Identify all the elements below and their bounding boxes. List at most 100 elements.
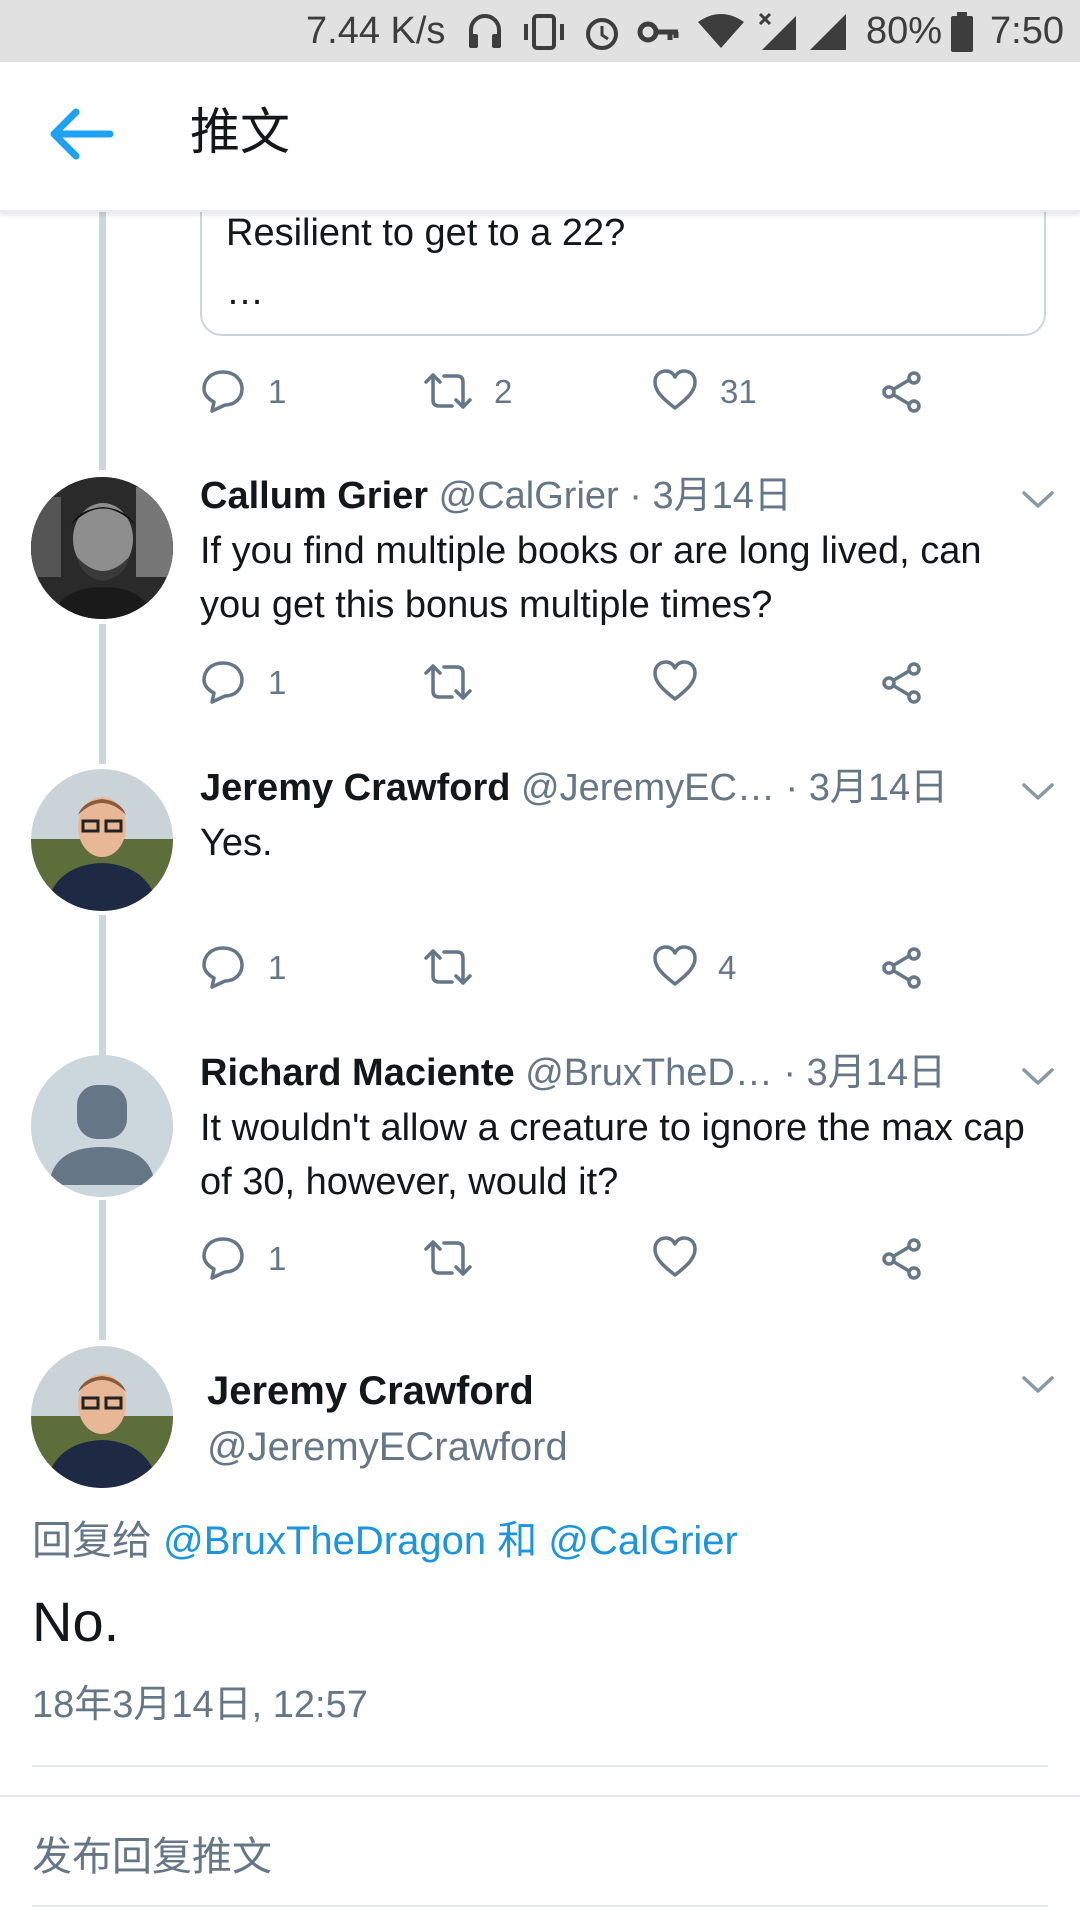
like-button[interactable] xyxy=(652,368,698,412)
tweet-text: If you find multiple books or are long l… xyxy=(200,530,982,626)
alarm-icon xyxy=(586,18,618,50)
thread-line xyxy=(99,210,106,470)
no-sim-signal-icon xyxy=(758,12,796,50)
chevron-down-icon[interactable] xyxy=(1020,781,1056,803)
reply-icon xyxy=(202,1237,244,1280)
retweet-count: 2 xyxy=(494,373,513,410)
page-title: 推文 xyxy=(190,104,290,160)
heart-icon xyxy=(653,1236,697,1277)
divider xyxy=(32,1765,1048,1767)
reply-to-prefix: 回复给 xyxy=(32,1519,152,1563)
user-name[interactable]: Callum Grier xyxy=(200,475,428,517)
signal-icon xyxy=(810,14,846,50)
reply-count: 1 xyxy=(268,1240,287,1277)
user-name[interactable]: Jeremy Crawford xyxy=(200,767,510,809)
arrow-left-icon[interactable] xyxy=(40,102,120,166)
like-button[interactable] xyxy=(652,944,698,988)
tweet-header: Jeremy Crawford @JeremyEC… · 3月14日 xyxy=(200,765,948,811)
reply-count: 1 xyxy=(268,664,287,701)
focused-tweet-text: No. xyxy=(32,1590,120,1653)
network-speed: 7.44 K/s xyxy=(306,10,446,52)
wifi-icon xyxy=(698,14,744,48)
reply-count: 1 xyxy=(268,373,287,410)
like-count: 31 xyxy=(720,373,757,410)
avatar[interactable] xyxy=(31,1346,173,1488)
heart-icon xyxy=(653,660,697,701)
tweet-date: · 3月14日 xyxy=(785,767,949,809)
retweet-button[interactable] xyxy=(422,661,474,703)
reply-to-and: 和 xyxy=(497,1519,538,1563)
divider xyxy=(32,1905,1048,1907)
vpn-key-icon xyxy=(637,21,679,43)
retweet-icon xyxy=(424,373,472,409)
battery-percent: 80% xyxy=(866,10,943,52)
retweet-icon xyxy=(424,949,472,985)
quoted-tweet-text: Resilient to get to a 22? xyxy=(226,212,626,254)
chevron-down-icon[interactable] xyxy=(1020,1066,1056,1088)
reply-icon xyxy=(202,946,244,989)
thread-line xyxy=(99,1200,106,1340)
avatar-image xyxy=(31,1346,173,1488)
avatar[interactable] xyxy=(31,1055,173,1197)
reply-button[interactable] xyxy=(200,944,246,990)
clock: 7:50 xyxy=(990,10,1064,52)
focused-user-name[interactable]: Jeremy Crawford xyxy=(207,1367,534,1415)
share-icon xyxy=(882,947,921,989)
tweet-text: Yes. xyxy=(200,822,273,864)
heart-icon xyxy=(653,945,697,986)
divider xyxy=(0,1795,1080,1797)
thread-line xyxy=(99,915,106,1055)
battery-icon xyxy=(951,12,973,52)
status-bar: 7.44 K/s 80% 7:50 xyxy=(0,0,1080,62)
retweet-button[interactable] xyxy=(422,946,474,988)
share-icon xyxy=(882,662,921,704)
reply-icon xyxy=(202,370,244,413)
headphones-icon xyxy=(469,14,501,48)
like-count: 4 xyxy=(718,949,737,986)
vibrate-icon xyxy=(524,14,564,50)
avatar[interactable] xyxy=(31,769,173,911)
like-button[interactable] xyxy=(652,1235,698,1279)
tweet-date: · 3月14日 xyxy=(783,1052,947,1094)
user-handle[interactable]: @JeremyEC… xyxy=(521,767,775,809)
share-button[interactable] xyxy=(880,1237,924,1281)
retweet-icon xyxy=(424,664,472,700)
user-handle[interactable]: @CalGrier xyxy=(439,475,619,517)
thread-line xyxy=(99,624,106,764)
tweet-header: Callum Grier @CalGrier · 3月14日 xyxy=(200,473,792,519)
focused-user-handle[interactable]: @JeremyECrawford xyxy=(207,1423,568,1471)
mention-link[interactable]: @BruxTheDragon xyxy=(163,1519,486,1563)
reply-button[interactable] xyxy=(200,659,246,705)
retweet-icon xyxy=(424,1240,472,1276)
reply-to-line: 回复给 @BruxTheDragon 和 @CalGrier xyxy=(32,1517,738,1565)
heart-icon xyxy=(653,369,697,410)
tweet-header: Richard Maciente @BruxTheD… · 3月14日 xyxy=(200,1050,946,1096)
quoted-tweet-ellipsis: … xyxy=(226,271,264,313)
chevron-down-icon[interactable] xyxy=(1020,1374,1056,1396)
reply-button[interactable] xyxy=(200,368,246,414)
share-icon xyxy=(882,1238,921,1280)
retweet-button[interactable] xyxy=(422,370,474,412)
chevron-down-icon[interactable] xyxy=(1020,489,1056,511)
tweet-text: It wouldn't allow a creature to ignore t… xyxy=(200,1107,1025,1203)
retweet-button[interactable] xyxy=(422,1237,474,1279)
reply-count: 1 xyxy=(268,949,287,986)
share-button[interactable] xyxy=(880,661,924,705)
share-button[interactable] xyxy=(880,370,924,414)
avatar-image xyxy=(31,769,173,911)
share-button[interactable] xyxy=(880,946,924,990)
mention-link[interactable]: @CalGrier xyxy=(548,1519,738,1563)
app-header: 推文 xyxy=(0,62,1080,212)
avatar-image xyxy=(31,477,173,619)
user-name[interactable]: Richard Maciente xyxy=(200,1052,515,1094)
focused-tweet-timestamp: 18年3月14日, 12:57 xyxy=(32,1684,368,1726)
default-avatar-icon xyxy=(31,1055,173,1197)
reply-icon xyxy=(202,661,244,704)
share-icon xyxy=(882,371,921,413)
user-handle[interactable]: @BruxTheD… xyxy=(525,1052,773,1094)
reply-compose-input[interactable]: 发布回复推文 xyxy=(32,1832,272,1882)
reply-button[interactable] xyxy=(200,1235,246,1281)
avatar[interactable] xyxy=(31,477,173,619)
tweet-date: · 3月14日 xyxy=(629,475,792,517)
like-button[interactable] xyxy=(652,659,698,703)
